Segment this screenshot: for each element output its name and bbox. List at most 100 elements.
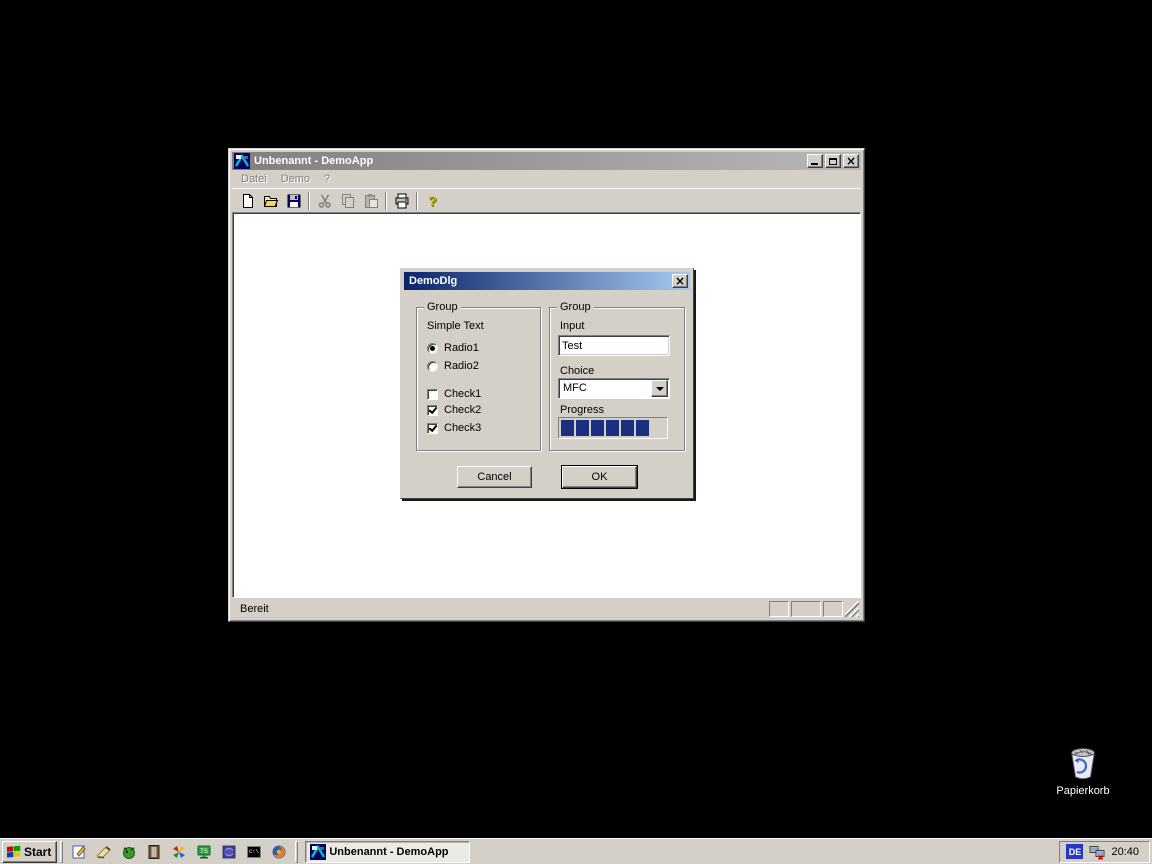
status-text: Bereit [234,603,767,615]
toolbar: ? [232,188,861,212]
dialog-body: Group Simple Text Radio1 Radio2 Check1 C… [404,290,690,495]
signature-icon [96,844,112,860]
menu-help[interactable]: ? [317,171,337,187]
menu-demo[interactable]: Demo [274,171,317,187]
input-label: Input [560,320,584,332]
progress-bar [558,417,668,439]
toolbar-separator [416,192,418,210]
chevron-down-icon [656,387,664,391]
close-icon: × [846,156,856,166]
globe-icon [221,844,237,860]
ok-button[interactable]: OK [562,466,637,488]
help-button[interactable]: ? [421,190,444,212]
check2-checkbox[interactable] [427,405,438,416]
recycle-bin-label[interactable]: Papierkorb [1043,785,1123,797]
maximize-icon [829,158,837,165]
mfc-app-icon [310,844,326,860]
svg-text:C:\: C:\ [249,848,259,855]
paste-button [359,190,382,212]
ok-button-frame: OK [561,465,638,489]
start-button[interactable]: Start [2,841,57,863]
progress-label: Progress [560,404,604,416]
status-pane [791,601,821,617]
group-right-label: Group [557,301,594,313]
save-button[interactable] [282,190,305,212]
quicklaunch-firefox-button[interactable] [270,842,288,862]
minimize-icon [811,163,818,165]
taskbar-window-button[interactable]: Unbenannt - DemoApp [305,841,470,863]
close-icon: × [675,276,685,286]
taskbar: Start TS [0,838,1152,864]
notepad-icon [71,844,87,860]
group-left-label: Group [424,301,461,313]
quicklaunch-command-prompt-button[interactable]: C:\ [245,842,263,862]
open-button[interactable] [259,190,282,212]
start-label: Start [24,845,51,859]
open-icon [263,193,279,209]
cut-icon [317,193,333,209]
cancel-button[interactable]: Cancel [457,466,532,488]
recycle-bin[interactable]: Papierkorb [1043,746,1123,797]
new-button[interactable] [236,190,259,212]
demo-dialog: DemoDlg × Group Simple Text Radio1 Radio… [400,268,694,499]
main-window-title: Unbenannt - DemoApp [254,155,807,167]
dialog-close-button[interactable]: × [672,274,688,288]
mfc-app-icon [234,153,250,169]
firefox-icon [271,844,287,860]
taskbar-grip[interactable] [60,841,63,863]
group-right: Group Input Choice MFC Progress [549,307,685,451]
menu-datei[interactable]: Datei [234,171,274,187]
simple-text-label: Simple Text [427,320,484,332]
quicklaunch-notepad-button[interactable] [70,842,88,862]
combobox-dropdown-button[interactable] [651,380,668,397]
dragon-icon [121,844,137,860]
dialog-titlebar[interactable]: DemoDlg × [404,272,690,290]
quicklaunch-globe-button[interactable] [220,842,238,862]
copy-button [336,190,359,212]
check3-label[interactable]: Check3 [444,422,481,434]
quicklaunch-book-button[interactable] [145,842,163,862]
quicklaunch-media-player-button[interactable] [170,842,188,862]
taskbar-grip[interactable] [295,841,298,863]
radio2-radio[interactable] [427,361,438,372]
radio2-label[interactable]: Radio2 [444,360,479,372]
maximize-button[interactable] [825,154,841,168]
print-button[interactable] [390,190,413,212]
minimize-button[interactable] [807,154,823,168]
print-icon [394,193,410,209]
book-icon [146,844,162,860]
terminal-server-icon: TS [196,844,212,860]
network-disconnected-icon[interactable] [1089,844,1105,860]
quicklaunch-dragon-button[interactable] [120,842,138,862]
resize-grip[interactable] [845,601,859,617]
main-window-titlebar[interactable]: Unbenannt - DemoApp × [232,152,861,170]
choice-value: MFC [559,379,650,398]
quicklaunch-signature-button[interactable] [95,842,113,862]
status-pane [823,601,843,617]
windows-logo-icon [6,844,22,859]
dialog-title: DemoDlg [409,275,672,287]
taskbar-window-button-label: Unbenannt - DemoApp [329,846,448,858]
close-button[interactable]: × [843,154,859,168]
radio1-radio[interactable] [427,343,438,354]
save-icon [286,193,302,209]
choice-combobox[interactable]: MFC [558,378,670,399]
paste-icon [363,193,379,209]
check3-checkbox[interactable] [427,423,438,434]
radio1-label[interactable]: Radio1 [444,342,479,354]
cut-button [313,190,336,212]
menubar: Datei Demo ? [232,170,861,188]
input-field[interactable] [558,335,670,356]
check1-label[interactable]: Check1 [444,388,481,400]
group-left: Group Simple Text Radio1 Radio2 Check1 C… [416,307,541,451]
desktop: Unbenannt - DemoApp × Datei Demo ? [0,0,1152,864]
system-tray: DE 20:40 [1059,841,1150,863]
toolbar-separator [308,192,310,210]
check1-checkbox[interactable] [427,389,438,400]
quicklaunch-terminal-server-button[interactable]: TS [195,842,213,862]
language-indicator[interactable]: DE [1066,844,1083,859]
clock[interactable]: 20:40 [1111,846,1141,858]
status-pane [769,601,789,617]
command-prompt-icon: C:\ [246,844,262,860]
check2-label[interactable]: Check2 [444,404,481,416]
